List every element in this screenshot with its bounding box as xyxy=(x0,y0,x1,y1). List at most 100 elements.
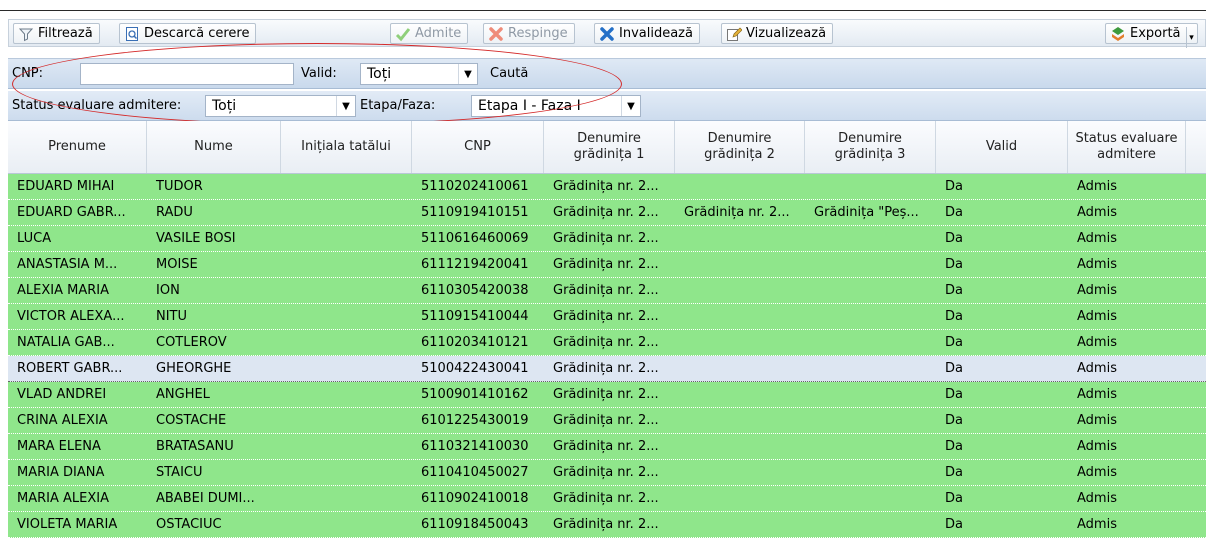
cell-kindergarten-3 xyxy=(805,304,936,329)
cell-kindergarten-1: Grădinița nr. 2... xyxy=(553,361,659,376)
cell-kindergarten-1: Grădinița nr. 2... xyxy=(553,257,659,272)
cell-kindergarten-3: Grădinița "Peș... xyxy=(814,205,919,220)
status-select-value: Toți xyxy=(212,98,237,114)
chevron-down-icon: ▼ xyxy=(458,64,477,84)
cell-kindergarten-1: Grădinița nr. 2... xyxy=(553,465,659,480)
cell-cnp: 5110616460069 xyxy=(421,231,529,246)
cell-kindergarten-2 xyxy=(675,226,805,251)
cell-kindergarten-3 xyxy=(805,356,936,381)
view-button[interactable]: Vizualizează xyxy=(721,23,834,44)
cell-kindergarten-3 xyxy=(805,512,936,537)
cell-cnp: 6110321410030 xyxy=(421,439,529,454)
table-row[interactable]: LUCA VASILE BOSI 5110616460069 Grădinița nr… xyxy=(8,226,1206,252)
cell-cnp: 6110305420038 xyxy=(421,283,529,298)
column-header-kindergarten-2[interactable]: Denumire grădinița 2 xyxy=(675,121,805,173)
filter-button[interactable]: Filtrează xyxy=(13,23,100,44)
cell-first-name: LUCA xyxy=(17,231,52,246)
cell-first-name: MARIA DIANA xyxy=(17,465,105,480)
cell-kindergarten-3 xyxy=(805,382,936,407)
valid-select[interactable]: Toți ▼ xyxy=(360,63,478,85)
valid-select-value: Toți xyxy=(367,66,392,82)
cell-valid: Da xyxy=(945,205,963,220)
grid-body: EDUARD MIHAI TUDOR 5110202410061 Grădinița … xyxy=(8,174,1206,538)
column-header-cnp[interactable]: CNP xyxy=(412,121,544,173)
cell-last-name: NITU xyxy=(156,309,188,324)
table-row[interactable]: ALEXIA MARIA ION 6110305420038 Grădinița nr… xyxy=(8,278,1206,304)
export-label: Exportă xyxy=(1130,26,1181,41)
table-row[interactable]: VIOLETA MARIA OSTACIUC 6110918450043 Grădin… xyxy=(8,512,1206,538)
cell-kindergarten-2 xyxy=(675,434,805,459)
applications-grid: Prenume Nume Inițiala tatălui CNP Denumire g… xyxy=(8,121,1206,538)
cell-cnp: 6110918450043 xyxy=(421,517,529,532)
cell-kindergarten-1: Grădinița nr. 2... xyxy=(553,205,659,220)
cell-admission-status: Admis xyxy=(1077,257,1117,272)
cell-admission-status: Admis xyxy=(1077,413,1117,428)
cell-father-initial xyxy=(281,174,412,199)
cell-last-name: COSTACHE xyxy=(156,413,227,428)
cell-cnp: 5110915410044 xyxy=(421,309,529,324)
table-row[interactable]: CRINA ALEXIA COSTACHE 6101225430019 Grădini… xyxy=(8,408,1206,434)
table-row[interactable]: VLAD ANDREI ANGHEL 5100901410162 Grădinița … xyxy=(8,382,1206,408)
cell-last-name: STAICU xyxy=(156,465,203,480)
cell-father-initial xyxy=(281,460,412,485)
cell-kindergarten-1: Grădinița nr. 2... xyxy=(553,231,659,246)
column-header-first-name[interactable]: Prenume xyxy=(8,121,147,173)
column-header-valid[interactable]: Valid xyxy=(936,121,1068,173)
cell-first-name: VICTOR ALEXA... xyxy=(17,309,125,324)
cell-last-name: ANGHEL xyxy=(156,387,210,402)
status-select[interactable]: Toți ▼ xyxy=(205,95,356,117)
column-header-father-initial[interactable]: Inițiala tatălui xyxy=(281,121,412,173)
column-header-last-name[interactable]: Nume xyxy=(147,121,281,173)
cell-kindergarten-2 xyxy=(675,486,805,511)
table-row[interactable]: ROBERT GABR... GHEORGHE 5100422430041 Grădi… xyxy=(8,356,1206,382)
cell-last-name: GHEORGHE xyxy=(156,361,232,376)
cell-father-initial xyxy=(281,226,412,251)
column-header-kindergarten-1[interactable]: Denumire grădinița 1 xyxy=(544,121,675,173)
cell-admission-status: Admis xyxy=(1077,205,1117,220)
cell-valid: Da xyxy=(945,283,963,298)
cell-admission-status: Admis xyxy=(1077,491,1117,506)
invalidate-label: Invalidează xyxy=(619,26,693,41)
cell-valid: Da xyxy=(945,179,963,194)
table-row[interactable]: NATALIA GAB... COTLEROV 6110203410121 Grădi… xyxy=(8,330,1206,356)
cell-last-name: VASILE BOSI xyxy=(156,231,236,246)
cell-kindergarten-3 xyxy=(805,252,936,277)
cell-valid: Da xyxy=(945,387,963,402)
cell-last-name: RADU xyxy=(156,205,193,220)
cell-admission-status: Admis xyxy=(1077,231,1117,246)
column-header-kindergarten-3[interactable]: Denumire grădinița 3 xyxy=(805,121,936,173)
cell-admission-status: Admis xyxy=(1077,361,1117,376)
cell-cnp: 5110919410151 xyxy=(421,205,529,220)
table-row[interactable]: EDUARD GABR... RADU 5110919410151 Grădinița… xyxy=(8,200,1206,226)
search-link[interactable]: Caută xyxy=(490,59,528,88)
cell-kindergarten-1: Grădinița nr. 2... xyxy=(553,491,659,506)
cell-first-name: NATALIA GAB... xyxy=(17,335,115,350)
cell-last-name: ION xyxy=(156,283,180,298)
download-request-button[interactable]: Descarcă cerere xyxy=(119,23,257,44)
table-row[interactable]: MARIA ALEXIA ABABEI DUMI... 6110902410018 G… xyxy=(8,486,1206,512)
valid-label: Valid: xyxy=(301,66,337,81)
cell-kindergarten-3 xyxy=(805,174,936,199)
cnp-input[interactable] xyxy=(80,63,294,85)
cell-first-name: MARA ELENA xyxy=(17,439,101,454)
export-button[interactable]: Exportă ▾ xyxy=(1105,23,1198,48)
table-row[interactable]: VICTOR ALEXA... NITU 5110915410044 Grădiniț… xyxy=(8,304,1206,330)
cell-kindergarten-3 xyxy=(805,434,936,459)
stage-select[interactable]: Etapa I - Faza I ▼ xyxy=(471,95,641,117)
status-label: Status evaluare admitere: xyxy=(12,98,182,113)
cell-valid: Da xyxy=(945,491,963,506)
export-dropdown-arrow[interactable]: ▾ xyxy=(1185,27,1197,48)
table-row[interactable]: MARIA DIANA STAICU 6110410450027 Grădinița … xyxy=(8,460,1206,486)
top-border-line xyxy=(0,10,1206,11)
admit-button[interactable]: Admite xyxy=(390,23,469,44)
cell-father-initial xyxy=(281,408,412,433)
table-row[interactable]: EDUARD MIHAI TUDOR 5110202410061 Grădinița … xyxy=(8,174,1206,200)
cell-father-initial xyxy=(281,200,412,225)
table-row[interactable]: ANASTASIA M... MOISE 6111219420041 Grădiniț… xyxy=(8,252,1206,278)
reject-button[interactable]: Respinge xyxy=(483,23,575,44)
cell-valid: Da xyxy=(945,439,963,454)
column-header-admission-status[interactable]: Status evaluare admitere xyxy=(1068,121,1186,173)
invalidate-button[interactable]: Invalidează xyxy=(594,23,700,44)
table-row[interactable]: MARA ELENA BRATASANU 6110321410030 Grădiniț… xyxy=(8,434,1206,460)
cell-valid: Da xyxy=(945,335,963,350)
